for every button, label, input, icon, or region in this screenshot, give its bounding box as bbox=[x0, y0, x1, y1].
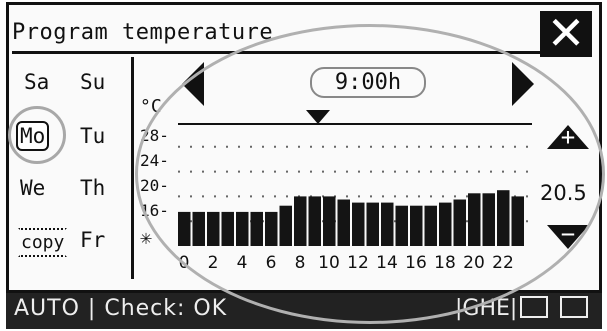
x-tick-label: 6 bbox=[266, 253, 277, 273]
bar-hour-2 bbox=[207, 211, 220, 246]
bar-hour-3 bbox=[221, 211, 234, 246]
status-text: AUTO | Check: OK bbox=[14, 296, 227, 321]
temperature-program-chart[interactable]: 0 2 4 6 8 10 12 14 16 18 20 22 bbox=[0, 0, 607, 331]
bar-hour-23 bbox=[511, 196, 524, 246]
bar-hour-17 bbox=[424, 205, 437, 246]
x-tick-label: 14 bbox=[376, 253, 398, 273]
bar-hour-5 bbox=[250, 211, 263, 246]
bar-hour-14 bbox=[381, 202, 394, 246]
home-icon[interactable] bbox=[560, 296, 588, 318]
x-tick-label: 8 bbox=[295, 253, 306, 273]
x-tick-label: 22 bbox=[492, 253, 514, 273]
bar-hour-11 bbox=[337, 199, 350, 246]
bar-hour-15 bbox=[395, 205, 408, 246]
bar-hour-0 bbox=[178, 211, 191, 246]
bar-hour-1 bbox=[192, 211, 205, 246]
bar-hour-4 bbox=[236, 211, 249, 246]
bar-hour-13 bbox=[366, 202, 379, 246]
x-tick-label: 18 bbox=[434, 253, 456, 273]
bar-hour-8 bbox=[294, 196, 307, 246]
bar-hour-20 bbox=[468, 193, 481, 246]
x-tick-label: 2 bbox=[208, 253, 219, 273]
x-tick-label: 12 bbox=[347, 253, 369, 273]
bar-hour-18 bbox=[439, 202, 452, 246]
status-code: |GHE| bbox=[455, 296, 518, 321]
status-separator: | bbox=[87, 296, 97, 321]
x-tick-label: 16 bbox=[405, 253, 427, 273]
x-tick-label: 20 bbox=[463, 253, 485, 273]
bar-hour-22 bbox=[497, 190, 510, 246]
bar-hour-7 bbox=[279, 205, 292, 246]
bar-hour-6 bbox=[265, 211, 278, 246]
bar-hour-19 bbox=[453, 199, 466, 246]
check-status: Check: OK bbox=[104, 296, 228, 321]
bar-hour-16 bbox=[410, 205, 423, 246]
bar-hour-12 bbox=[352, 202, 365, 246]
bar-hour-9 bbox=[308, 196, 321, 246]
mode-label: AUTO bbox=[14, 296, 80, 321]
bar-hour-10 bbox=[323, 196, 336, 246]
settings-icon[interactable] bbox=[520, 296, 548, 318]
temperature-value: 20.5 bbox=[540, 181, 587, 205]
bar-hour-21 bbox=[482, 193, 495, 246]
x-tick-label: 4 bbox=[237, 253, 248, 273]
x-tick-label: 10 bbox=[318, 253, 340, 273]
x-tick-label: 0 bbox=[179, 253, 190, 273]
